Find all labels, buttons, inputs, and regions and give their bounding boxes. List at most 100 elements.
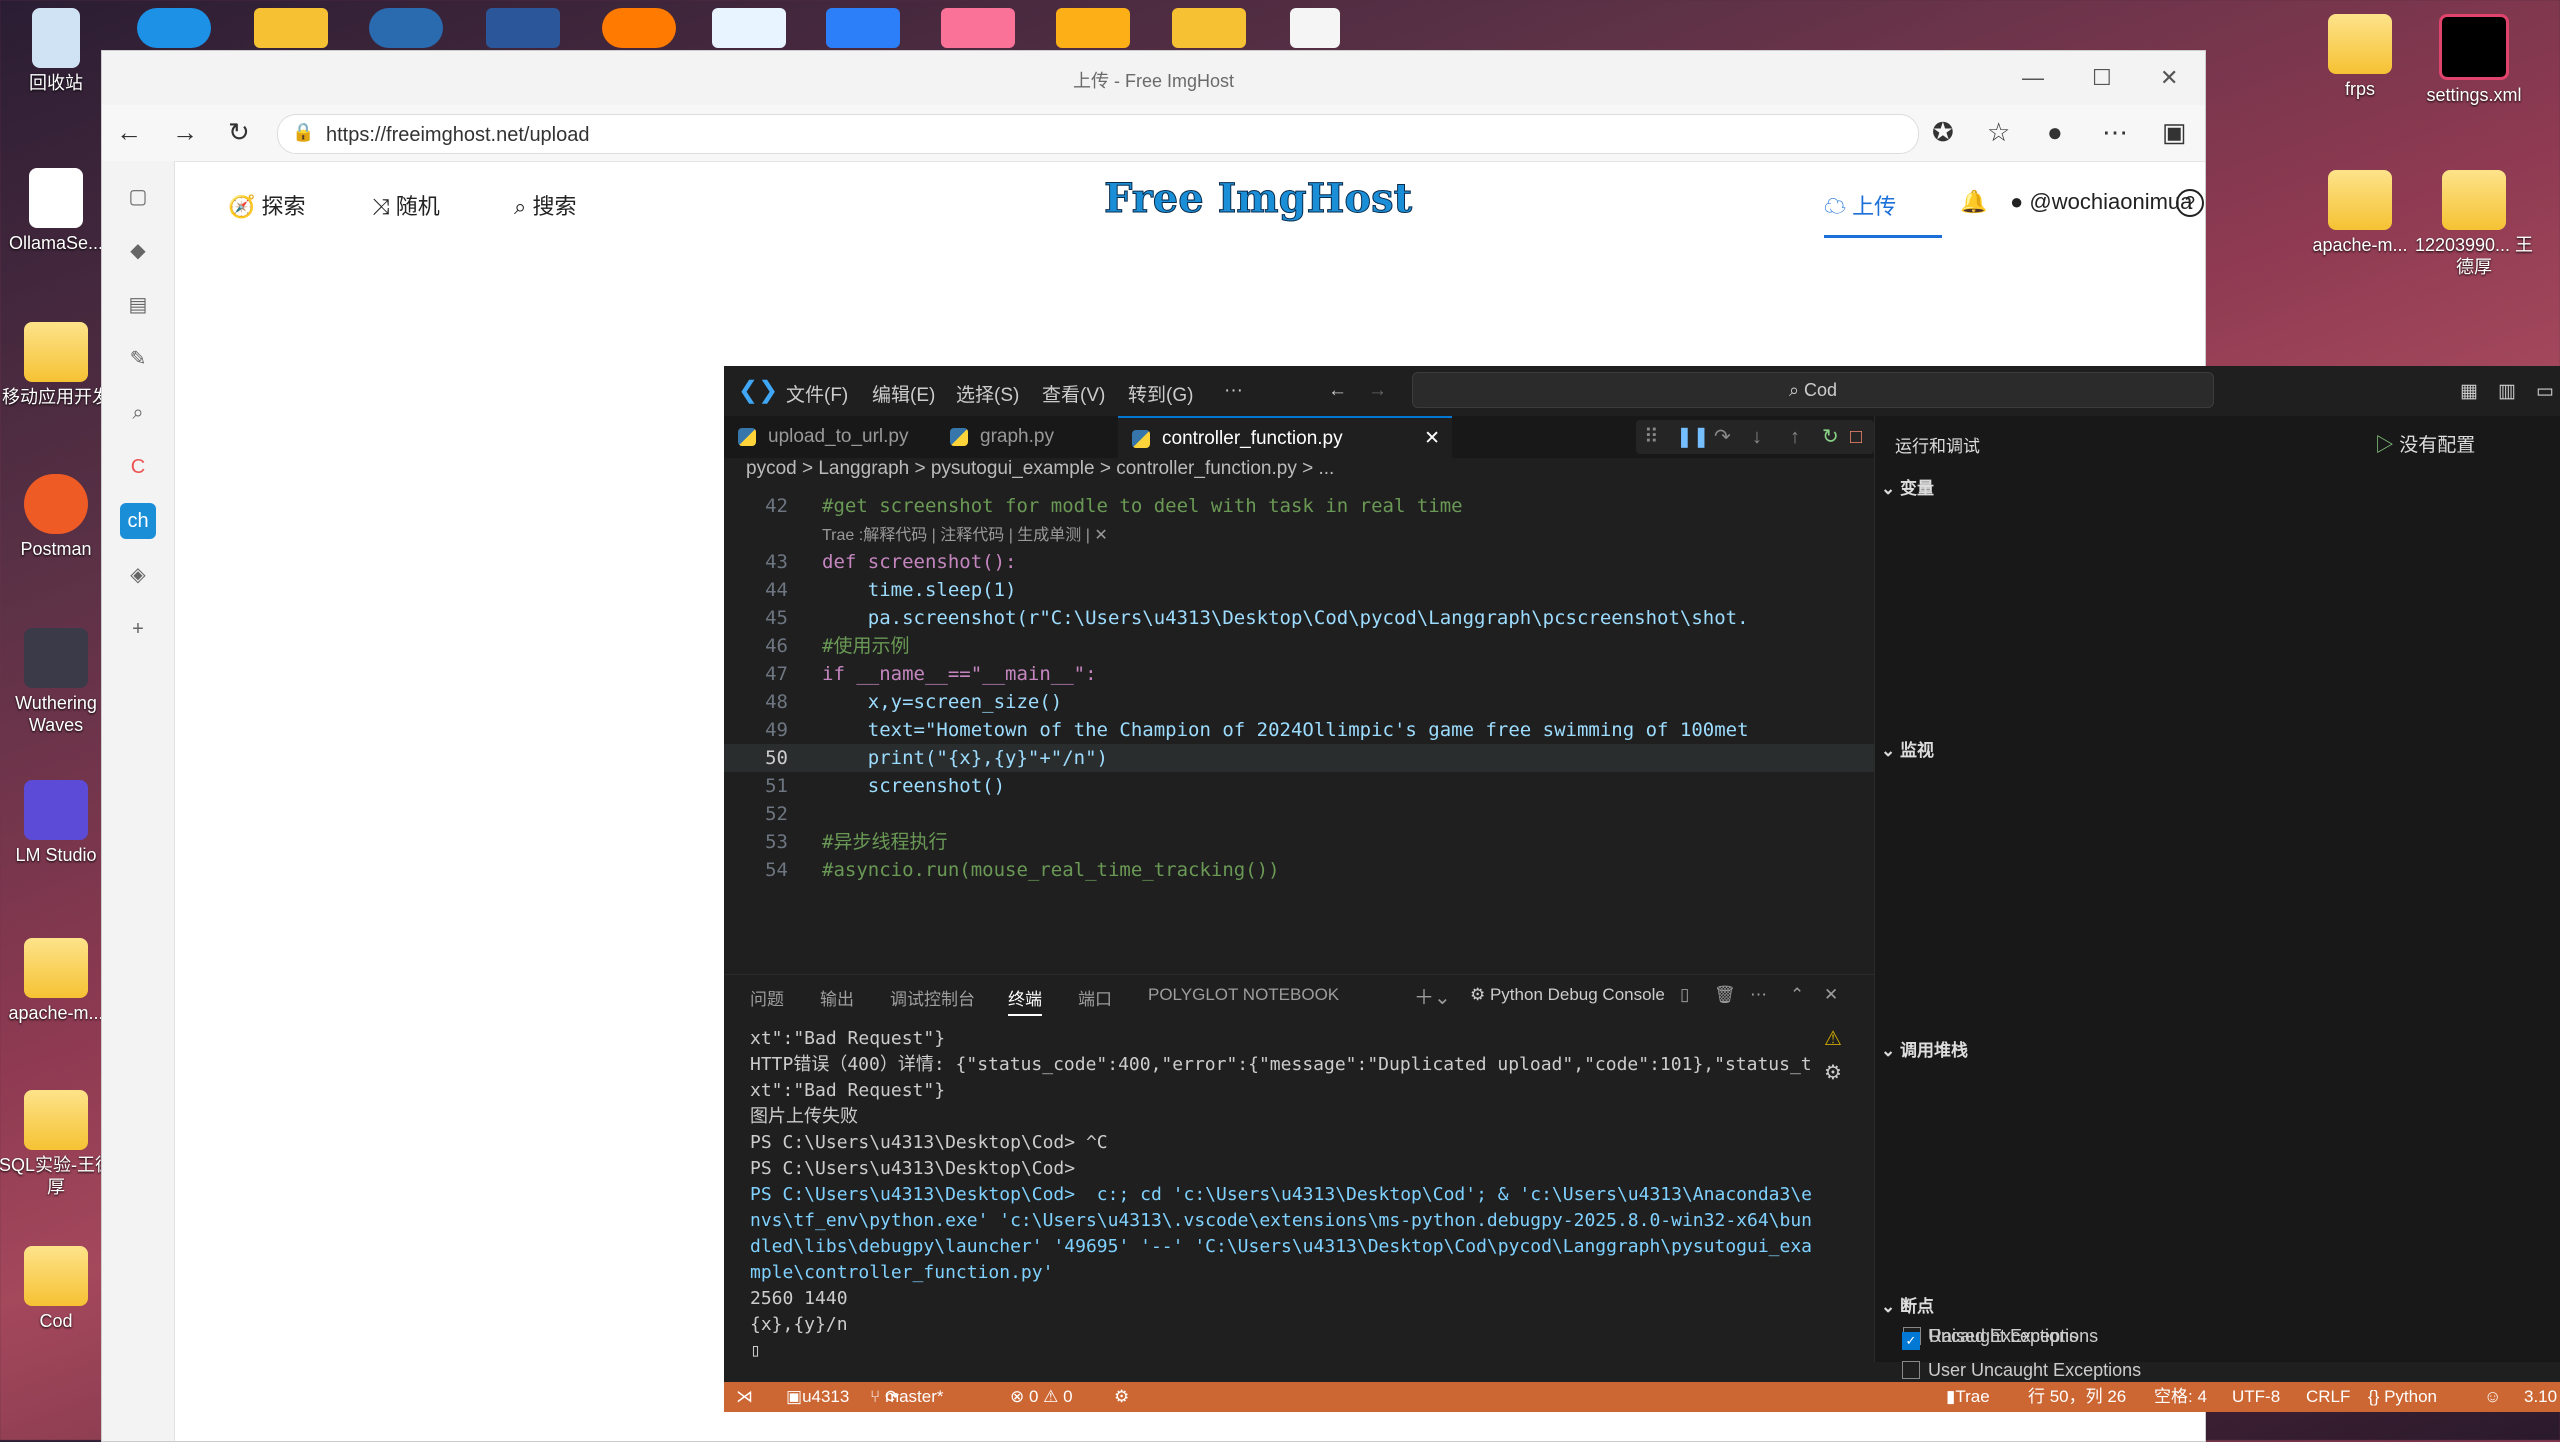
settings-gear-icon[interactable] [369, 8, 443, 48]
site-logo[interactable]: Free ImgHost [1103, 175, 1412, 223]
refresh-icon[interactable]: ↻ [228, 117, 250, 148]
folder-frps[interactable]: frps [2300, 14, 2420, 100]
app-c-icon[interactable]: C [120, 449, 156, 485]
menu-edit[interactable]: 编辑(E) [872, 380, 935, 407]
add-icon[interactable]: + [120, 611, 156, 647]
tab-debug-console[interactable]: 调试控制台 [890, 985, 975, 1010]
random-link[interactable]: ⤨ 随机 [372, 189, 440, 221]
cloud-app-icon[interactable] [712, 8, 786, 48]
lm-studio-shortcut[interactable]: LM Studio [0, 780, 116, 866]
more-icon[interactable]: ⋯ [1750, 985, 1767, 1005]
tab-ports[interactable]: 端口 [1078, 985, 1112, 1010]
copilot-icon[interactable]: ◆ [120, 233, 156, 269]
status-user[interactable]: ▣ u4313 [786, 1382, 849, 1412]
profile-icon[interactable]: ● [2047, 117, 2063, 148]
bilibili-icon[interactable] [941, 8, 1015, 48]
step-over-icon[interactable]: ↷ [1714, 420, 1731, 454]
menu-select[interactable]: 选择(S) [956, 380, 1019, 407]
close-tab-icon[interactable]: ✕ [1424, 418, 1440, 460]
tabs-icon[interactable]: ▢ [120, 179, 156, 215]
status-encoding[interactable]: UTF-8 [2232, 1382, 2280, 1412]
section-breakpoints[interactable]: ⌄ 断点 [1881, 1292, 1934, 1317]
folder-sql[interactable]: SQL实验-王德厚 [0, 1090, 116, 1198]
folder-icon[interactable] [1172, 8, 1246, 48]
tab-terminal[interactable]: 终端 [1008, 985, 1042, 1016]
nav-forward-icon[interactable]: → [1368, 380, 1387, 402]
sidebar-toggle-icon[interactable]: ▭ [2536, 380, 2554, 403]
ollama-shortcut[interactable]: OllamaSe... [0, 168, 116, 254]
tools-icon[interactable]: ✎ [120, 341, 156, 377]
no-config-button[interactable]: ▷ 没有配置 [2375, 430, 2475, 457]
search-icon[interactable]: ⌕ [120, 395, 156, 431]
explore-link[interactable]: 🧭 探索 [228, 189, 306, 221]
docker-icon[interactable] [137, 8, 211, 48]
upload-link[interactable]: ☁ 上传 [1824, 189, 1942, 238]
folder-mobile-dev[interactable]: 移动应用开发 [0, 322, 116, 408]
folder-icon[interactable] [254, 8, 328, 48]
url-field[interactable]: 🔒 https://freeimghost.net/upload [277, 114, 1919, 154]
postman-shortcut[interactable]: Postman [0, 474, 116, 560]
status-spaces[interactable]: 空格: 4 [2154, 1382, 2207, 1412]
menu-view[interactable]: 查看(V) [1042, 380, 1105, 407]
restart-icon[interactable]: ↻ [1822, 420, 1839, 454]
bell-icon[interactable]: 🔔 [1960, 189, 1987, 215]
file-icon[interactable] [1290, 8, 1340, 48]
tab-controller-function[interactable]: controller_function.py ✕ [1118, 416, 1452, 460]
user-link[interactable]: ● @wochiaonimua [2010, 189, 2192, 215]
word-icon[interactable] [486, 8, 560, 48]
section-watch[interactable]: ⌄ 监视 [1881, 736, 1934, 761]
section-callstack[interactable]: ⌄ 调用堆栈 [1881, 1036, 1968, 1061]
close-panel-icon[interactable]: ✕ [1824, 985, 1838, 1005]
section-variables[interactable]: ⌄ 变量 [1881, 474, 1934, 499]
bp-user-uncaught[interactable]: User Uncaught Exceptions [1902, 1360, 2141, 1381]
checkbox-checked[interactable]: ✓ [1902, 1332, 1920, 1350]
folder-cod[interactable]: Cod [0, 1246, 116, 1332]
panel-toggle-icon[interactable]: ▥ [2498, 380, 2516, 403]
help-icon[interactable]: ? [2176, 189, 2204, 217]
menu-file[interactable]: 文件(F) [786, 380, 848, 407]
status-language[interactable]: {} Python [2368, 1382, 2437, 1412]
settings-xml-file[interactable]: settings.xml [2414, 14, 2534, 106]
stop-icon[interactable]: □ [1850, 420, 1862, 454]
status-position[interactable]: 行 50，列 26 [2028, 1382, 2126, 1412]
step-out-icon[interactable]: ↑ [1790, 420, 1800, 454]
back-icon[interactable]: ← [116, 117, 142, 148]
layout-icon[interactable]: ▦ [2460, 380, 2478, 403]
rockstar-icon[interactable] [1056, 8, 1130, 48]
more-icon[interactable]: ⋯ [2102, 117, 2128, 148]
nav-back-icon[interactable]: ← [1328, 380, 1347, 402]
favorites-icon[interactable]: ☆ [1987, 117, 2010, 148]
close-icon[interactable]: ✕ [2160, 65, 2178, 91]
wuthering-waves-shortcut[interactable]: Wuthering Waves [0, 628, 116, 736]
extensions-icon[interactable]: ✪ [1932, 117, 1954, 148]
pause-icon[interactable]: ❚❚ [1676, 420, 1710, 454]
code-editor[interactable]: 42 #get screenshot for modle to deel with… [724, 488, 1874, 958]
folder-apache[interactable]: apache-m... [0, 938, 116, 1024]
app-diamond-icon[interactable]: ◈ [120, 557, 156, 593]
maximize-icon[interactable]: ☐ [2092, 65, 2112, 91]
command-search[interactable]: ⌕ Cod [1412, 372, 2214, 408]
step-into-icon[interactable]: ↓ [1752, 420, 1762, 454]
remote-icon[interactable]: ⋊ [736, 1382, 753, 1412]
bp-uncaught[interactable]: ✓ Uncaught Exceptions [1902, 1326, 2098, 1350]
status-trae[interactable]: ▮ Trae [1946, 1382, 1990, 1412]
tab-output[interactable]: 输出 [820, 985, 854, 1010]
search-link[interactable]: ⌕ 搜索 [514, 189, 576, 221]
split-icon[interactable]: ▯ [1680, 985, 1689, 1005]
status-eol[interactable]: CRLF [2306, 1382, 2350, 1412]
menu-goto[interactable]: 转到(G) [1128, 380, 1193, 407]
warning-icon[interactable]: ⚠ [1824, 1026, 1842, 1051]
bug-icon[interactable]: ⚙ [1824, 1060, 1842, 1085]
breadcrumb[interactable]: pycod > Langgraph > pysutogui_example > … [746, 458, 1334, 480]
trash-icon[interactable]: 🗑 [1714, 985, 1736, 1005]
status-problems[interactable]: ⊗ 0 ⚠ 0 [1010, 1382, 1073, 1412]
folder-apache-right[interactable]: apache-m... [2300, 170, 2420, 256]
sidebar-toggle-icon[interactable]: ▣ [2162, 117, 2187, 148]
tab-problems[interactable]: 问题 [750, 985, 784, 1010]
collections-icon[interactable]: ▤ [120, 287, 156, 323]
recycle-bin[interactable]: 回收站 [0, 8, 116, 94]
app-ch-icon[interactable]: ch [120, 503, 156, 539]
maximize-panel-icon[interactable]: ⌃ [1790, 985, 1804, 1005]
bird-app-icon[interactable] [826, 8, 900, 48]
forward-icon[interactable]: → [172, 117, 198, 148]
